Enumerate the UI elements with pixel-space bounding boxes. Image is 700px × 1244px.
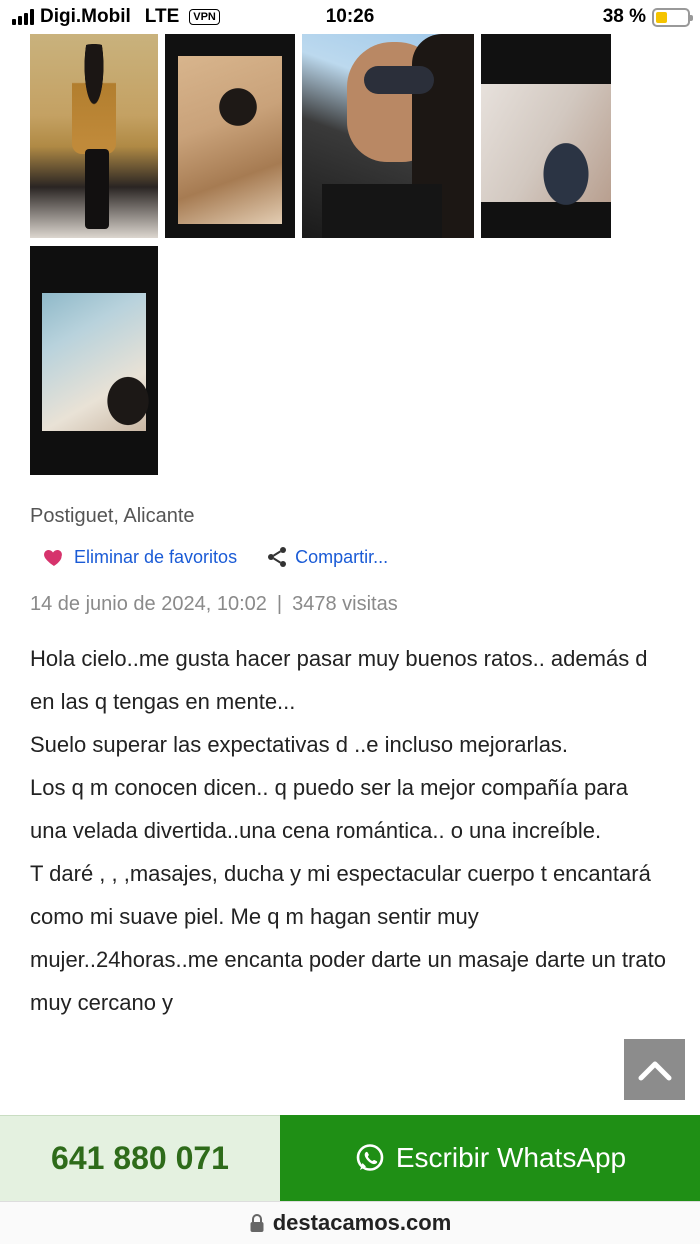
description-paragraph: T daré , , ,masajes, ducha y mi espectac…	[30, 861, 666, 1015]
photo-thumbnail-5[interactable]	[30, 246, 158, 475]
lock-icon	[250, 1214, 264, 1232]
carrier-name: Digi.Mobil	[40, 6, 131, 27]
listing-actions: Eliminar de favoritos Compartir...	[42, 545, 388, 569]
heart-icon	[44, 550, 62, 566]
share-label: Compartir...	[295, 546, 389, 567]
status-bar: Digi.Mobil LTE VPN 10:26 38 %	[0, 0, 700, 34]
description-paragraph: Los q m conocen dicen.. q puedo ser la m…	[30, 775, 629, 843]
signal-icon	[12, 9, 34, 25]
listing-views: 3478 visitas	[292, 593, 398, 615]
listing-location: Postiguet, Alicante	[30, 505, 195, 527]
status-bar-left: Digi.Mobil LTE VPN	[12, 6, 220, 28]
browser-url-bar[interactable]: destacamos.com	[0, 1201, 700, 1244]
photo-thumbnail-4[interactable]	[481, 34, 611, 238]
share-button[interactable]: Compartir...	[237, 545, 388, 569]
whatsapp-icon	[356, 1144, 384, 1171]
listing-meta: 14 de junio de 2024, 10:02 | 3478 visitas	[30, 593, 398, 616]
share-icon	[268, 547, 287, 567]
battery-percent: 38 %	[602, 6, 646, 27]
scroll-to-top-button[interactable]	[624, 1039, 685, 1100]
contact-bar: 641 880 071 Escribir WhatsApp	[0, 1115, 700, 1201]
battery-fill	[656, 11, 668, 23]
network-type: LTE	[144, 6, 180, 27]
status-bar-right: 38 %	[602, 6, 693, 28]
listing-description: Hola cielo..me gusta hacer pasar muy bue…	[30, 637, 670, 1024]
battery-icon	[652, 7, 693, 27]
remove-favorite-button[interactable]: Eliminar de favoritos	[42, 545, 237, 569]
whatsapp-label: Escribir WhatsApp	[395, 1142, 627, 1173]
remove-favorite-label: Eliminar de favoritos	[74, 546, 238, 567]
meta-separator: |	[276, 593, 283, 615]
photo-thumbnail-3[interactable]	[302, 34, 474, 238]
whatsapp-button[interactable]: Escribir WhatsApp	[280, 1115, 700, 1201]
chevron-up-icon	[638, 1061, 671, 1080]
listing-date: 14 de junio de 2024, 10:02	[30, 593, 267, 615]
url-domain: destacamos.com	[272, 1210, 452, 1235]
phone-number: 641 880 071	[51, 1140, 229, 1176]
description-paragraph: Suelo superar las expectativas d ..e inc…	[30, 732, 569, 757]
photo-thumbnail-2[interactable]	[165, 34, 295, 238]
vpn-badge: VPN	[189, 9, 220, 25]
photo-thumbnail-1[interactable]	[30, 34, 158, 238]
description-paragraph: Hola cielo..me gusta hacer pasar muy bue…	[30, 646, 648, 714]
call-phone-button[interactable]: 641 880 071	[0, 1115, 280, 1201]
